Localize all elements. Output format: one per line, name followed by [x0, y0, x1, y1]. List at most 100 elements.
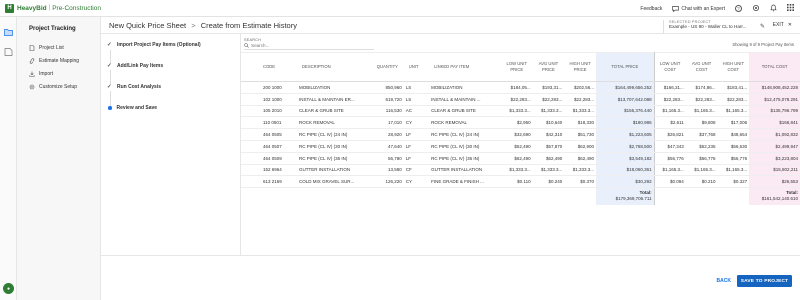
cell-quantity: 47,640 — [370, 140, 404, 153]
cell-linked-pay-item: RC PIPE (CL IV) (24 IN) — [429, 128, 501, 141]
cell-total-price: $3,549,182 — [595, 152, 655, 165]
empty-cell — [404, 188, 429, 205]
cell-total-cost: $3,223,804 — [749, 152, 800, 165]
col-unit[interactable]: UNIT — [403, 52, 430, 82]
step-import-pay-items[interactable]: ✓ Import Project Pay Items (Optional) — [107, 42, 201, 48]
cell-quantity: 17,010 — [370, 116, 404, 130]
apps-grid-icon[interactable] — [787, 4, 794, 13]
col-low-unit-price[interactable]: LOW UNIT PRICE — [500, 52, 533, 82]
cell-avg-unit-cost: $52,235 — [685, 140, 718, 153]
selected-project[interactable]: SELECTED PROJECT Example - US 90 - Walle… — [663, 20, 767, 33]
cell-code: 464 0507 — [241, 140, 297, 153]
checkmark-icon: ✓ — [107, 84, 112, 90]
col-quantity[interactable]: QUANTITY — [370, 52, 404, 82]
table-row[interactable]: 464 0507 RC PIPE (CL IV) (30 IN) 47,640 LF R… — [241, 140, 800, 153]
col-high-unit-price[interactable]: HIGH UNIT PRICE — [564, 52, 596, 82]
empty-cell — [564, 188, 596, 205]
cell-total-price: $155,376.440 — [595, 105, 655, 118]
wizard-steps: ✓ Import Project Pay Items (Optional) ✓ … — [101, 34, 241, 255]
col-description[interactable]: DESCRIPTION — [297, 52, 371, 82]
col-low-unit-cost[interactable]: LOW UNIT COST — [654, 52, 686, 82]
table-row[interactable]: 464 0509 RC PIPE (CL IV) (36 IN) 56,780 LF R… — [241, 152, 800, 165]
cell-code: 464 0505 — [241, 128, 297, 141]
cell-unit: LF — [403, 152, 430, 165]
brand-name: HeavyBid — [17, 4, 47, 12]
left-nav: Project Tracking Project List Estimate M… — [17, 17, 101, 300]
cell-avg-unit-cost: $174,86... — [685, 81, 718, 94]
cell-description: INSTALL & MAINTAIN ER... — [297, 93, 371, 106]
col-total-cost[interactable]: TOTAL COST — [749, 52, 800, 82]
nav-item-estimate-mapping[interactable]: Estimate Mapping — [29, 58, 79, 64]
cell-description: ROCK REMOVAL — [297, 116, 371, 130]
help-icon[interactable]: ? — [735, 5, 742, 12]
cell-low-unit-cost: $56,776 — [654, 152, 686, 165]
col-avg-unit-price[interactable]: AVG UNIT PRICE — [532, 52, 565, 82]
brand[interactable]: H HeavyBid | Pre-Construction — [0, 3, 101, 13]
footer-bar: BACK SAVE TO PROJECT — [101, 255, 800, 300]
cell-description: RC PIPE (CL IV) (36 IN) — [297, 152, 371, 165]
cell-description: RC PIPE (CL IV) (30 IN) — [297, 140, 371, 153]
cell-low-unit-cost: $22,283... — [654, 93, 686, 106]
cell-total-cost: $135,796.799 — [749, 105, 800, 118]
estimate-icon[interactable] — [4, 48, 13, 56]
chat-icon — [672, 5, 680, 12]
cell-code: 110 0501 — [241, 116, 297, 130]
step-connector — [110, 70, 111, 84]
cell-high-unit-cost: $1,165.3... — [717, 105, 750, 118]
back-button[interactable]: BACK — [717, 278, 731, 284]
table-row[interactable]: 102 1000 INSTALL & MAINTAIN ER... 619,720 L… — [241, 93, 800, 106]
search-box[interactable] — [244, 42, 374, 50]
table-row[interactable]: 464 0505 RC PIPE (CL IV) (24 IN) 28,920 LF R… — [241, 128, 800, 141]
cell-total-cost: $2,499,947 — [749, 140, 800, 153]
checkmark-icon: ✓ — [107, 42, 112, 48]
save-to-project-button[interactable]: SAVE TO PROJECT — [737, 275, 792, 287]
cell-quantity: 28,920 — [370, 128, 404, 141]
cell-high-unit-price: $0.370 — [564, 175, 596, 189]
exit-button[interactable]: EXIT ✕ — [773, 22, 792, 28]
cell-avg-unit-price: $193,31... — [532, 81, 565, 94]
cell-low-unit-price: $2,950 — [500, 116, 533, 130]
showing-count: Showing 9 of 9 Project Pay Items — [732, 42, 794, 47]
cell-low-unit-price: $0.110 — [500, 175, 533, 189]
cell-low-unit-cost: $26,821 — [654, 128, 686, 141]
step-run-cost-analysis[interactable]: ✓ Run Cost Analysis — [107, 84, 161, 90]
cell-description: CLEAR & GRUB SITE — [297, 105, 371, 118]
table-row[interactable]: 200 1000 MOBILIZATION 850,960 LS MOBILIZATIO… — [241, 81, 800, 94]
cell-high-unit-cost: $22,283... — [717, 93, 750, 106]
col-code[interactable]: CODE — [241, 52, 297, 82]
search-input[interactable] — [251, 43, 369, 48]
cell-high-unit-price: $202,56... — [564, 81, 596, 94]
chat-with-expert-link[interactable]: Chat with an Expert — [672, 6, 725, 12]
total-cost-value: $161,542,140.610 — [761, 195, 798, 201]
cell-total-price: $18,060,361 — [595, 164, 655, 177]
nav-item-import[interactable]: Import — [29, 71, 53, 77]
avatar[interactable]: ● — [3, 283, 14, 294]
close-icon: ✕ — [787, 22, 792, 28]
col-total-price[interactable]: TOTAL PRICE — [595, 52, 655, 82]
cell-high-unit-price: $1,333.3... — [564, 164, 596, 177]
nav-item-customize-setup[interactable]: Customize Setup — [29, 84, 77, 90]
step-review-and-save[interactable]: Review and Save — [107, 105, 157, 111]
cell-high-unit-cost: $48,654 — [717, 128, 750, 141]
notifications-bell-icon[interactable] — [770, 4, 777, 14]
feedback-link[interactable]: Feedback — [640, 6, 662, 12]
cell-low-unit-cost: $0.094 — [654, 175, 686, 189]
project-tracking-icon[interactable] — [4, 28, 13, 36]
brand-product: Pre-Construction — [52, 4, 101, 12]
empty-cell — [371, 188, 404, 205]
step-add-link-pay-items[interactable]: ✓ Add/Link Pay Items — [107, 63, 163, 69]
cell-avg-unit-cost: $22,283... — [685, 93, 718, 106]
empty-cell — [717, 188, 749, 205]
table-row[interactable]: 105 2010 CLEAR & GRUB SITE 116,530 AC CLEAR … — [241, 105, 800, 118]
edit-pencil-icon[interactable]: ✎ — [760, 23, 765, 30]
cell-high-unit-cost: $17,006 — [717, 116, 750, 130]
nav-item-project-list[interactable]: Project List — [29, 45, 64, 51]
table-row[interactable]: 152 6964 GUTTER INSTALLATION 13,580 CF GUTTE… — [241, 164, 800, 177]
col-avg-unit-cost[interactable]: AVG UNIT COST — [685, 52, 718, 82]
table-row[interactable]: 110 0501 ROCK REMOVAL 17,010 CY ROCK REMOVAL… — [241, 116, 800, 130]
col-linked-pay-item[interactable]: LINKED PAY ITEM — [429, 52, 501, 82]
table-row[interactable]: 613 2169 COLD MIX GRAVEL SUR... 126,220 CY F… — [241, 175, 800, 189]
cell-description: RC PIPE (CL IV) (24 IN) — [297, 128, 371, 141]
col-high-unit-cost[interactable]: HIGH UNIT COST — [717, 52, 750, 82]
settings-gear-icon[interactable] — [752, 4, 760, 14]
